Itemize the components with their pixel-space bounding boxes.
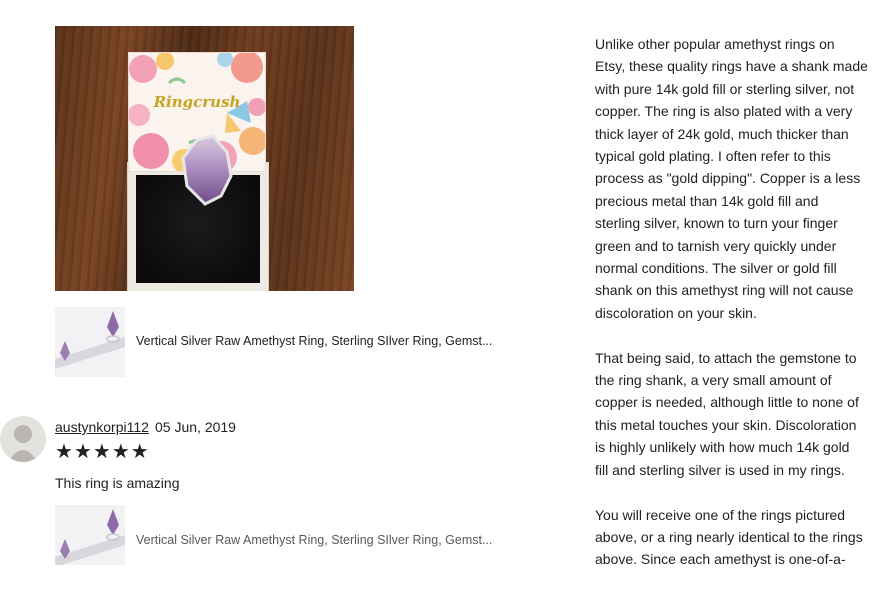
description-line: is highly unlikely with how much 14k gol…	[595, 439, 850, 456]
description-line: That being said, to attach the gemstone …	[595, 349, 857, 366]
avatar[interactable]	[0, 416, 46, 462]
description-line: You will receive one of the rings pictur…	[595, 506, 846, 523]
purchased-item-thumbnail[interactable]	[55, 307, 125, 377]
description-line: green and to tarnish very quickly under	[595, 237, 837, 254]
description-line: above. Since each amethyst is one-of-a-	[595, 551, 846, 568]
description-line: copper is needed, although little to non…	[595, 394, 859, 411]
description-paragraph: Unlike other popular amethyst rings on E…	[595, 33, 875, 324]
description-line: precious metal than 14k gold fill and	[595, 192, 819, 209]
description-line: sterling silver, known to turn your fing…	[595, 215, 838, 232]
purchased-item-title[interactable]: Vertical Silver Raw Amethyst Ring, Sterl…	[136, 533, 492, 547]
description-line: Unlike other popular amethyst rings on	[595, 36, 835, 52]
description-line: the ring shank, a very small amount of	[595, 372, 832, 389]
description-line: copper. The ring is also plated with a v…	[595, 103, 853, 120]
review-text: This ring is amazing	[55, 475, 180, 491]
purchased-item-title[interactable]: Vertical Silver Raw Amethyst Ring, Sterl…	[136, 334, 492, 348]
description-line: above, or a ring nearly identical to the…	[595, 528, 863, 545]
description-line: shank on this amethyst ring will not cau…	[595, 282, 854, 299]
star-icon: ★	[55, 439, 73, 463]
star-icon: ★	[130, 439, 149, 463]
description-line: normal conditions. The silver or gold fi…	[595, 260, 837, 277]
reviewer-name-link[interactable]: austynkorpi112	[55, 419, 149, 435]
star-rating: ★ ★ ★ ★ ★	[55, 440, 149, 462]
star-icon: ★	[111, 439, 130, 463]
star-icon: ★	[73, 439, 92, 463]
star-icon: ★	[92, 439, 111, 463]
description-line: thick layer of 24k gold, much thicker th…	[595, 125, 849, 142]
description-paragraph: You will receive one of the rings pictur…	[595, 504, 875, 571]
description-line: typical gold plating. I often refer to t…	[595, 148, 831, 165]
description-line: Etsy, these quality rings have a shank m…	[595, 58, 868, 75]
amethyst-ring-thumbnail-graphic	[55, 307, 125, 377]
item-description: Unlike other popular amethyst rings on E…	[595, 33, 875, 593]
description-line: process as "gold dipping". Copper is a l…	[595, 170, 861, 187]
description-line: this metal touches your skin. Discolorat…	[595, 416, 857, 433]
purchased-item-thumbnail[interactable]	[55, 505, 125, 565]
description-line: fill and sterling silver is used in my r…	[595, 461, 845, 478]
amethyst-ring-graphic	[181, 134, 233, 206]
amethyst-ring-thumbnail-graphic	[55, 505, 125, 565]
description-paragraph: That being said, to attach the gemstone …	[595, 347, 875, 481]
description-line: discoloration on your skin.	[595, 304, 757, 321]
user-silhouette-icon	[8, 425, 38, 462]
review-date: 05 Jun, 2019	[155, 419, 236, 435]
description-line: with pure 14k gold fill or sterling silv…	[595, 80, 855, 97]
product-photo[interactable]: Ringcrush	[55, 26, 354, 291]
